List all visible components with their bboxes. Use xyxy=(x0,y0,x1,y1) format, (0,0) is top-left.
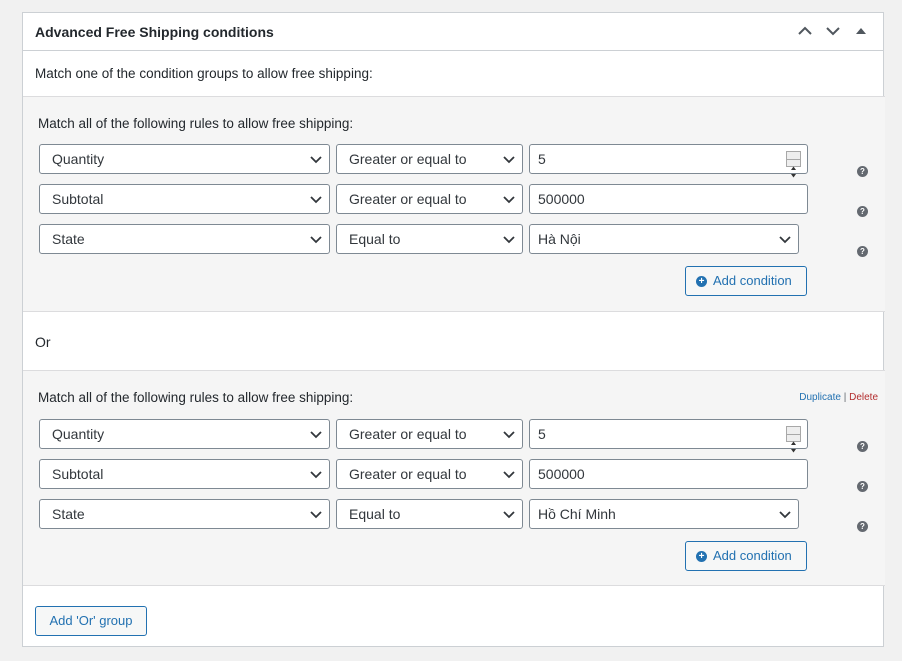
chevron-down-icon xyxy=(310,236,322,244)
group-actions: Duplicate | Delete xyxy=(799,392,878,403)
toggle-panel-button[interactable] xyxy=(847,20,875,42)
spinner-up[interactable] xyxy=(787,152,800,170)
select-value: Greater or equal to xyxy=(349,151,467,167)
or-separator: Or xyxy=(35,334,51,350)
select-value: Hồ Chí Minh xyxy=(538,506,616,522)
input-value: 5 xyxy=(538,151,546,167)
group-label: Match all of the following rules to allo… xyxy=(38,116,354,131)
condition-operator-select[interactable]: Equal to xyxy=(336,224,523,254)
condition-value-input[interactable]: 500000 xyxy=(529,459,808,489)
chevron-down-icon xyxy=(310,511,322,519)
chevron-down-icon xyxy=(310,196,322,204)
condition-group-1: Match all of the following rules to allo… xyxy=(23,96,885,312)
help-icon[interactable]: ? xyxy=(857,206,868,217)
select-value: Quantity xyxy=(52,151,105,167)
select-value: Hà Nội xyxy=(538,231,581,247)
condition-operator-select[interactable]: Greater or equal to xyxy=(336,459,523,489)
spinner-down[interactable] xyxy=(787,160,800,178)
condition-field-select[interactable]: Quantity xyxy=(39,144,330,174)
condition-operator-select[interactable]: Greater or equal to xyxy=(336,144,523,174)
condition-operator-select[interactable]: Greater or equal to xyxy=(336,184,523,214)
help-icon[interactable]: ? xyxy=(857,481,868,492)
condition-group-2: Match all of the following rules to allo… xyxy=(23,370,885,586)
box-header: Advanced Free Shipping conditions xyxy=(23,13,883,51)
delete-group-link[interactable]: Delete xyxy=(849,392,878,403)
condition-field-select[interactable]: Subtotal xyxy=(39,459,330,489)
condition-operator-select[interactable]: Equal to xyxy=(336,499,523,529)
select-value: Greater or equal to xyxy=(349,191,467,207)
number-spinner[interactable] xyxy=(786,151,801,178)
chevron-down-icon xyxy=(310,431,322,439)
duplicate-group-link[interactable]: Duplicate xyxy=(799,392,841,403)
chevron-down-icon xyxy=(779,236,791,244)
condition-value-select[interactable]: Hà Nội xyxy=(529,224,799,254)
triangle-down-icon xyxy=(791,449,796,453)
chevron-down-icon xyxy=(826,27,840,36)
condition-value-number-input[interactable]: 5 xyxy=(529,144,808,178)
plus-circle-icon: + xyxy=(696,275,707,287)
match-groups-label: Match one of the condition groups to all… xyxy=(35,66,373,81)
condition-operator-select[interactable]: Greater or equal to xyxy=(336,419,523,449)
triangle-down-icon xyxy=(791,174,796,178)
move-down-button[interactable] xyxy=(819,20,847,42)
condition-value-number-input[interactable]: 5 xyxy=(529,419,808,453)
help-icon[interactable]: ? xyxy=(857,441,868,452)
box-handle-actions xyxy=(791,20,875,42)
chevron-down-icon xyxy=(503,156,515,164)
condition-field-select[interactable]: State xyxy=(39,224,330,254)
condition-field-select[interactable]: State xyxy=(39,499,330,529)
spinner-down[interactable] xyxy=(787,435,800,453)
input-value: 500000 xyxy=(538,466,585,482)
chevron-up-icon xyxy=(798,26,812,35)
help-icon[interactable]: ? xyxy=(857,246,868,257)
group-label: Match all of the following rules to allo… xyxy=(38,390,354,405)
chevron-down-icon xyxy=(310,471,322,479)
add-condition-button[interactable]: + Add condition xyxy=(685,266,807,296)
chevron-down-icon xyxy=(310,156,322,164)
input-value: 5 xyxy=(538,426,546,442)
chevron-down-icon xyxy=(503,471,515,479)
triangle-up-icon xyxy=(856,28,866,34)
select-value: Subtotal xyxy=(52,191,104,207)
move-up-button[interactable] xyxy=(791,20,819,42)
select-value: Greater or equal to xyxy=(349,466,467,482)
select-value: Equal to xyxy=(349,231,401,247)
condition-value-input[interactable]: 500000 xyxy=(529,184,808,214)
box-title: Advanced Free Shipping conditions xyxy=(35,24,274,40)
condition-field-select[interactable]: Quantity xyxy=(39,419,330,449)
button-label: Add condition xyxy=(713,548,792,563)
spinner-up[interactable] xyxy=(787,427,800,445)
condition-field-select[interactable]: Subtotal xyxy=(39,184,330,214)
help-icon[interactable]: ? xyxy=(857,521,868,532)
advanced-free-shipping-box: Advanced Free Shipping conditions Match … xyxy=(22,12,885,647)
button-label: Add condition xyxy=(713,273,792,288)
select-value: Greater or equal to xyxy=(349,426,467,442)
number-spinner[interactable] xyxy=(786,426,801,453)
chevron-down-icon xyxy=(779,511,791,519)
chevron-down-icon xyxy=(503,431,515,439)
select-value: Equal to xyxy=(349,506,401,522)
chevron-down-icon xyxy=(503,511,515,519)
add-condition-button[interactable]: + Add condition xyxy=(685,541,807,571)
plus-circle-icon: + xyxy=(696,550,707,562)
input-value: 500000 xyxy=(538,191,585,207)
select-value: State xyxy=(52,231,85,247)
select-value: Subtotal xyxy=(52,466,104,482)
select-value: Quantity xyxy=(52,426,105,442)
button-label: Add 'Or' group xyxy=(49,613,133,628)
select-value: State xyxy=(52,506,85,522)
chevron-down-icon xyxy=(503,196,515,204)
link-separator: | xyxy=(843,392,847,403)
condition-value-select[interactable]: Hồ Chí Minh xyxy=(529,499,799,529)
help-icon[interactable]: ? xyxy=(857,166,868,177)
add-or-group-button[interactable]: Add 'Or' group xyxy=(35,606,147,636)
chevron-down-icon xyxy=(503,236,515,244)
